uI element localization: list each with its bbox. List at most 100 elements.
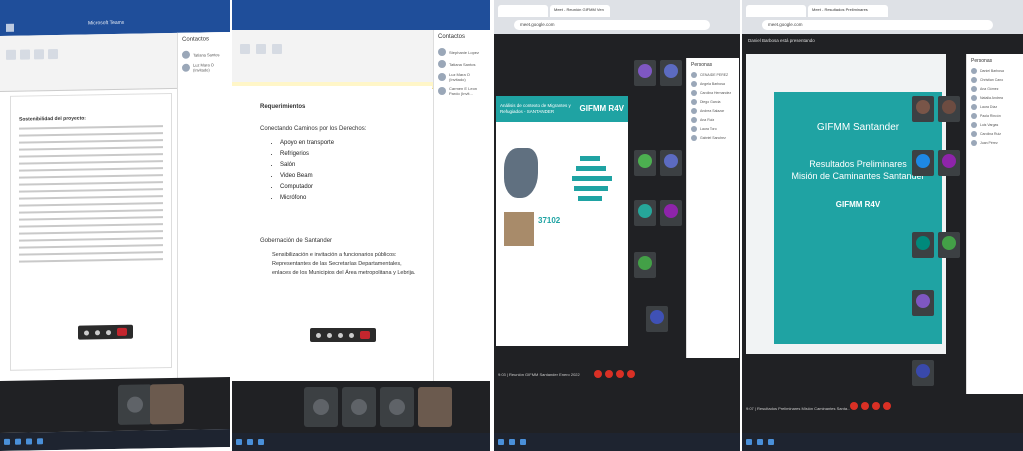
video-tile [342, 387, 376, 427]
browser-chrome: Meet - Reunión GIFMM Ven meet.google.com [494, 0, 740, 34]
person-row[interactable]: Ana Ruiz [691, 117, 735, 123]
people-panel: Personas Daniel Barbosa Christian Cano A… [966, 54, 1023, 394]
font-icon[interactable] [256, 44, 266, 54]
avatar [971, 77, 977, 83]
person-row[interactable]: Daniel Barbosa [971, 68, 1020, 74]
end-call-icon[interactable] [883, 402, 891, 410]
mic-off-icon[interactable] [594, 370, 602, 378]
browser-tab[interactable] [498, 5, 548, 17]
edge-icon[interactable] [26, 438, 32, 445]
style-icon[interactable] [48, 48, 58, 60]
folder-icon[interactable] [37, 438, 43, 445]
person-row[interactable]: Ana Gómez [971, 86, 1020, 92]
contact-row[interactable]: Luz Mara O (Invitado) [182, 62, 226, 73]
search-icon[interactable] [757, 439, 763, 445]
search-icon[interactable] [509, 439, 515, 445]
mic-icon[interactable] [84, 329, 89, 336]
contacts-pane: Contactos Tatiana Santos Luz Mara O (Inv… [177, 31, 230, 388]
video-tile [380, 387, 414, 427]
camera-off-icon[interactable] [861, 402, 869, 410]
avatar [971, 113, 977, 119]
more-icon[interactable] [349, 332, 354, 338]
slide-title: Análisis de contexto de Migrantes y Refu… [500, 103, 571, 114]
bold-icon[interactable] [34, 49, 44, 60]
end-call-icon[interactable] [627, 370, 635, 378]
search-icon[interactable] [247, 439, 253, 445]
browser-tab[interactable]: Meet - Resultados Preliminares [808, 5, 888, 17]
camera-icon[interactable] [327, 332, 332, 338]
meet-window-2: Meet - Resultados Preliminares meet.goog… [742, 0, 1023, 451]
browser-tab[interactable] [746, 5, 806, 17]
video-tile [150, 383, 184, 425]
contact-row[interactable]: Tatiana Santos [438, 60, 486, 68]
chrome-icon[interactable] [520, 439, 526, 445]
camera-off-icon[interactable] [605, 370, 613, 378]
person-row[interactable]: CENAIDE PEREZ [691, 72, 735, 78]
avatar [971, 122, 977, 128]
title-bar [232, 0, 490, 30]
person-row[interactable]: Paola Rincón [971, 113, 1020, 119]
camera-icon[interactable] [95, 329, 100, 335]
present-icon[interactable] [616, 370, 624, 378]
call-controls [78, 324, 133, 340]
person-row[interactable]: Gabriel Sanchez [691, 135, 735, 141]
start-icon[interactable] [236, 439, 242, 445]
hang-up-button[interactable] [117, 327, 127, 336]
avatar [438, 87, 446, 95]
search-icon[interactable] [15, 438, 21, 445]
person-row[interactable]: Diego Garcia [691, 99, 735, 105]
list-item: Apoyo en transporte [280, 138, 334, 149]
video-tile [418, 387, 452, 427]
person-row[interactable]: Luis Vargas [971, 122, 1020, 128]
person-row[interactable]: Andrea Salazar [691, 108, 735, 114]
contact-row[interactable]: Luz Mara O (Invitado) [438, 72, 486, 82]
taskbar [0, 428, 230, 451]
start-icon[interactable] [498, 439, 504, 445]
share-icon[interactable] [106, 329, 111, 335]
slide-title: GIFMM Santander [816, 122, 900, 133]
contacts-pane: Contactos Stephanie Lopez Tatiana Santos… [433, 30, 490, 391]
meeting-footer: 9:07 | Resultados Preliminares Misión Ca… [746, 406, 851, 411]
bold-icon[interactable] [272, 44, 282, 54]
contact-row[interactable]: Tatiana Santos [182, 50, 226, 59]
meet-controls [850, 402, 891, 410]
map-shape [504, 148, 538, 198]
paste-icon[interactable] [6, 49, 16, 60]
contact-row[interactable]: Stephanie Lopez [438, 48, 486, 56]
person-row[interactable]: Laura Toro [691, 126, 735, 132]
browser-tab[interactable]: Meet - Reunión GIFMM Ven [550, 5, 610, 17]
address-bar[interactable]: meet.google.com [762, 20, 993, 30]
mic-off-icon[interactable] [850, 402, 858, 410]
person-row[interactable]: Carolina Ruiz [971, 131, 1020, 137]
people-panel: Personas CENAIDE PEREZ Angela Barbosa Ca… [686, 58, 739, 358]
avatar [971, 86, 977, 92]
mic-icon[interactable] [316, 332, 321, 338]
present-icon[interactable] [872, 402, 880, 410]
people-title: Personas [691, 62, 713, 68]
person-row[interactable]: Laura Díaz [971, 104, 1020, 110]
person-row[interactable]: Christian Cano [971, 77, 1020, 83]
share-icon[interactable] [338, 332, 343, 338]
contacts-title: Contactos [438, 34, 466, 40]
contacts-title: Contactos [182, 36, 210, 43]
start-icon[interactable] [746, 439, 752, 445]
hang-up-button[interactable] [360, 331, 370, 339]
person-row[interactable]: Juan Pérez [971, 140, 1020, 146]
person-row[interactable]: Angela Barbosa [691, 81, 735, 87]
edge-icon[interactable] [258, 439, 264, 445]
avatar [971, 140, 977, 146]
font-icon[interactable] [20, 49, 30, 60]
start-icon[interactable] [4, 438, 10, 445]
paste-icon[interactable] [240, 44, 250, 54]
person-row[interactable]: Natalia Andrea [971, 95, 1020, 101]
contact-row[interactable]: Carmen E Leon Pardo (Invit... [438, 86, 486, 96]
person-row[interactable]: Carolina Hernandez [691, 90, 735, 96]
taskbar [742, 433, 1023, 451]
avatar [691, 135, 697, 141]
photo [504, 212, 534, 246]
taskbar [494, 433, 740, 451]
chrome-icon[interactable] [768, 439, 774, 445]
address-bar[interactable]: meet.google.com [514, 20, 710, 30]
video-tile [304, 387, 338, 427]
call-controls [310, 328, 376, 342]
